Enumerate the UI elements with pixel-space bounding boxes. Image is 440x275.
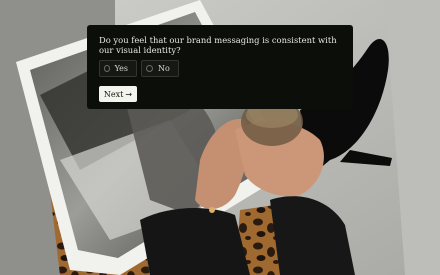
option-yes-label: Yes [114,64,128,73]
survey-question: Do you feel that our brand messaging is … [99,35,337,55]
survey-card: Do you feel that our brand messaging is … [87,25,353,109]
radio-circle-icon [104,65,110,72]
option-yes[interactable]: Yes [99,60,137,77]
next-button-label: Next [103,89,124,99]
option-no-label: No [158,64,170,73]
option-no[interactable]: No [141,60,179,77]
radio-circle-icon [146,65,153,72]
next-button[interactable]: Next → [99,86,137,102]
answer-options: Yes No [99,60,341,77]
arrow-right-icon: → [125,89,133,99]
